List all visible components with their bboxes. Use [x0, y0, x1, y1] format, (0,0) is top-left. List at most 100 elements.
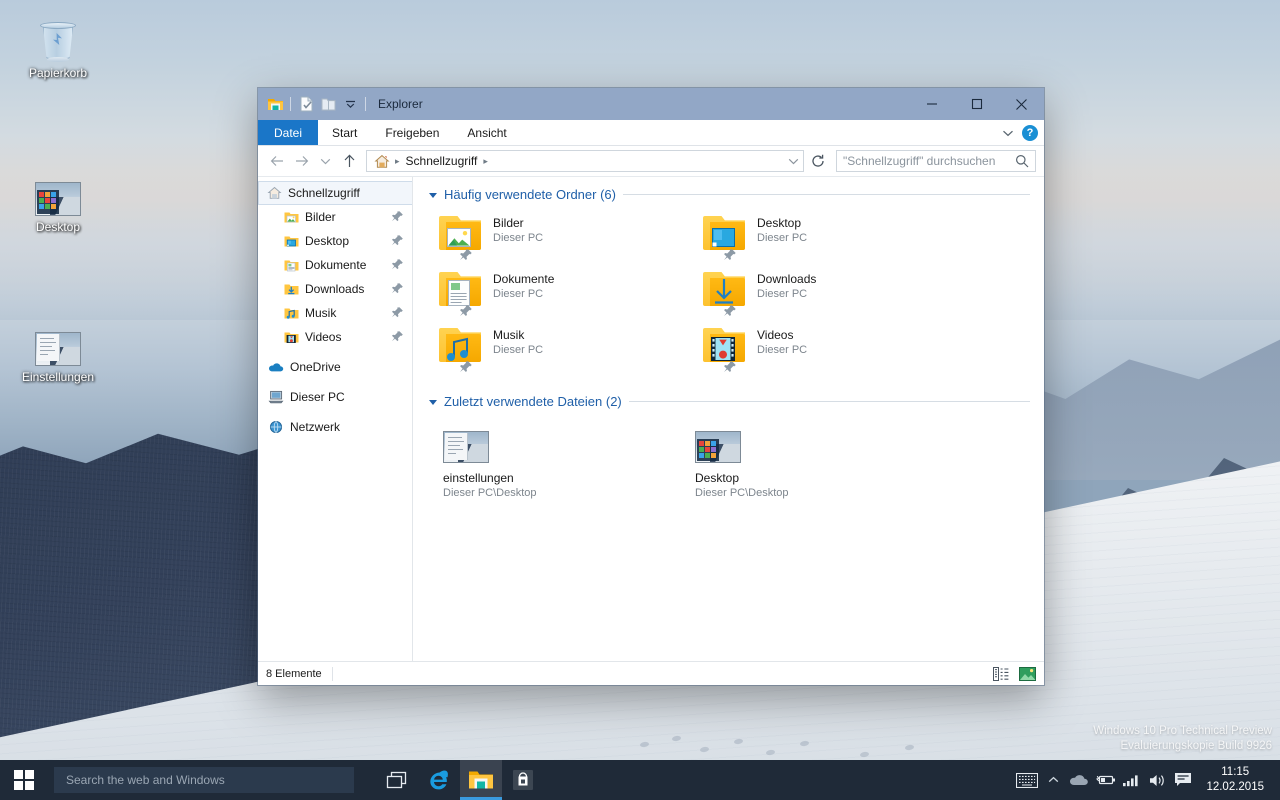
group-header-frequent-folders[interactable]: Häufig verwendete Ordner (6) [429, 187, 1030, 202]
breadcrumb-bar[interactable]: ▸ Schnellzugriff ▸ [366, 150, 804, 172]
navigation-pane[interactable]: Schnellzugriff Bilder Desktop Dokumente … [258, 177, 413, 661]
sidebar-item-label: Desktop [305, 234, 350, 248]
maximize-button[interactable] [954, 88, 999, 120]
keyboard-icon[interactable] [1014, 760, 1040, 800]
explorer-window[interactable]: Explorer Datei Start Freigeben Ansicht ?… [258, 88, 1044, 685]
large-icons-view-icon[interactable] [1019, 666, 1036, 681]
home-icon[interactable] [374, 154, 390, 169]
back-button[interactable] [266, 150, 288, 172]
list-item[interactable]: Downloads Dieser PC [693, 266, 957, 322]
sidebar-item-onedrive[interactable]: OneDrive [258, 355, 412, 379]
recent-locations-button[interactable] [314, 150, 336, 172]
collapse-triangle-icon[interactable] [429, 400, 437, 405]
sidebar-item-dokumente[interactable]: Dokumente [258, 253, 412, 277]
ribbon-right-controls[interactable]: ? [1002, 120, 1038, 146]
breadcrumb-separator[interactable]: ▸ [480, 156, 491, 167]
pin-icon[interactable] [391, 210, 404, 226]
action-center-icon[interactable] [1170, 760, 1196, 800]
chevron-down-icon[interactable] [1002, 129, 1014, 138]
sidebar-item-downloads[interactable]: Downloads [258, 277, 412, 301]
volume-icon[interactable] [1144, 760, 1170, 800]
minimize-button[interactable] [909, 88, 954, 120]
tab-freigeben[interactable]: Freigeben [371, 120, 453, 145]
search-icon[interactable] [1015, 154, 1029, 168]
taskbar[interactable]: Search the web and Windows 11:15 12.02.2… [0, 760, 1280, 800]
properties-icon[interactable] [295, 93, 317, 115]
explorer-icon[interactable] [264, 93, 286, 115]
chevron-up-icon[interactable] [1040, 760, 1066, 800]
refresh-button[interactable] [806, 150, 830, 172]
item-location: Dieser PC [493, 288, 544, 300]
network-icon [268, 420, 284, 434]
pin-icon[interactable] [391, 258, 404, 274]
sidebar-item-dieser-pc[interactable]: Dieser PC [258, 385, 412, 409]
file-explorer-icon[interactable] [460, 760, 502, 800]
list-item[interactable]: Musik Dieser PC [429, 322, 693, 378]
list-item[interactable]: Bilder Dieser PC [429, 210, 693, 266]
breadcrumb-schnellzugriff[interactable]: Schnellzugriff [403, 154, 481, 168]
list-item[interactable]: Dokumente Dieser PC [429, 266, 693, 322]
taskbar-search-input[interactable]: Search the web and Windows [54, 767, 354, 793]
pin-icon[interactable] [391, 234, 404, 250]
pin-icon[interactable] [723, 304, 737, 321]
address-bar[interactable]: ▸ Schnellzugriff ▸ "Schnellzugriff" durc… [258, 146, 1044, 176]
internet-explorer-icon[interactable] [418, 760, 460, 800]
sidebar-item-schnellzugriff[interactable]: Schnellzugriff [258, 181, 412, 205]
pin-icon[interactable] [391, 282, 404, 298]
tab-datei[interactable]: Datei [258, 120, 319, 145]
help-icon[interactable]: ? [1022, 125, 1038, 141]
sidebar-item-bilder[interactable]: Bilder [258, 205, 412, 229]
store-icon[interactable] [502, 760, 544, 800]
start-button[interactable] [0, 760, 48, 800]
list-item[interactable]: Desktop Dieser PC\Desktop [681, 417, 933, 499]
sidebar-item-musik[interactable]: Musik [258, 301, 412, 325]
search-input[interactable]: "Schnellzugriff" durchsuchen [836, 150, 1036, 172]
window-controls[interactable] [909, 88, 1044, 120]
collapse-triangle-icon[interactable] [429, 193, 437, 198]
desktop-icon-papierkorb[interactable]: Papierkorb [10, 14, 106, 82]
ribbon-tabs[interactable]: Datei Start Freigeben Ansicht ? [258, 120, 1044, 146]
onedrive-icon[interactable] [1066, 760, 1092, 800]
pin-icon[interactable] [723, 248, 737, 265]
tab-start[interactable]: Start [318, 120, 371, 145]
network-signal-icon[interactable] [1118, 760, 1144, 800]
pin-icon[interactable] [723, 360, 737, 377]
desktop[interactable]: Papierkorb Desktop Einstellungen Windows… [0, 0, 1280, 800]
title-bar[interactable]: Explorer [258, 88, 1044, 120]
up-button[interactable] [338, 150, 360, 172]
tab-ansicht[interactable]: Ansicht [453, 120, 520, 145]
breadcrumb-dropdown-icon[interactable] [788, 157, 799, 166]
task-view-icon[interactable] [376, 760, 418, 800]
sidebar-item-label: Musik [305, 306, 337, 320]
list-item[interactable]: Desktop Dieser PC [693, 210, 957, 266]
list-item[interactable]: Videos Dieser PC [693, 322, 957, 378]
forward-button[interactable] [290, 150, 312, 172]
search-placeholder: "Schnellzugriff" durchsuchen [843, 154, 996, 168]
pin-icon[interactable] [459, 360, 473, 377]
sidebar-item-videos[interactable]: Videos [258, 325, 412, 349]
taskbar-app-buttons[interactable] [376, 760, 544, 800]
group-header-recent-files[interactable]: Zuletzt verwendete Dateien (2) [429, 394, 1030, 409]
frequent-folders-list[interactable]: Bilder Dieser PC Desktop Dieser PC Dokum… [429, 210, 1030, 378]
chevron-down-icon[interactable] [339, 93, 361, 115]
home-icon [267, 186, 282, 200]
system-tray[interactable]: 11:15 12.02.2015 [1014, 760, 1280, 800]
taskbar-clock[interactable]: 11:15 12.02.2015 [1196, 765, 1272, 795]
details-view-icon[interactable] [993, 666, 1009, 681]
sidebar-item-netzwerk[interactable]: Netzwerk [258, 415, 412, 439]
view-buttons[interactable] [993, 666, 1036, 681]
pin-icon[interactable] [459, 304, 473, 321]
new-folder-icon[interactable] [317, 93, 339, 115]
pin-icon[interactable] [391, 306, 404, 322]
content-pane[interactable]: Häufig verwendete Ordner (6) Bilder Dies… [413, 177, 1044, 661]
pin-icon[interactable] [391, 330, 404, 346]
close-button[interactable] [999, 88, 1044, 120]
desktop-icon-desktop[interactable]: Desktop [10, 168, 106, 236]
list-item[interactable]: einstellungen Dieser PC\Desktop [429, 417, 681, 499]
desktop-icon-einstellungen[interactable]: Einstellungen [10, 318, 106, 386]
battery-icon[interactable] [1092, 760, 1118, 800]
pin-icon[interactable] [459, 248, 473, 265]
quick-access-toolbar[interactable] [258, 88, 370, 120]
sidebar-item-desktop[interactable]: Desktop [258, 229, 412, 253]
recent-files-list[interactable]: einstellungen Dieser PC\Desktop Desktop … [429, 417, 1030, 499]
